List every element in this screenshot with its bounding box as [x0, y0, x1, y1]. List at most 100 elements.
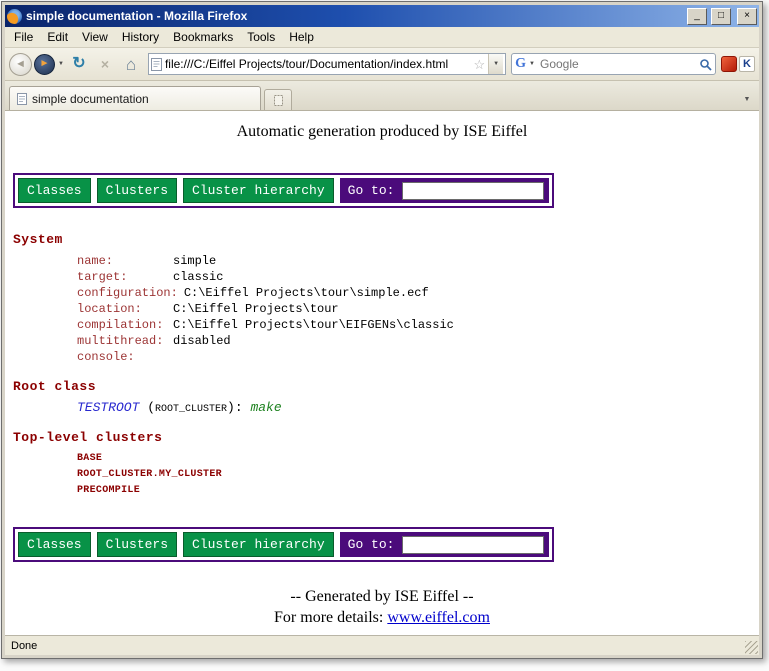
tab-label: simple documentation: [32, 92, 149, 106]
system-row: configuration:C:\Eiffel Projects\tour\si…: [77, 285, 759, 301]
goto-input[interactable]: [402, 182, 544, 200]
clusters-list: BASE ROOT_CLUSTER.MY_CLUSTER PRECOMPILE: [77, 451, 759, 499]
system-row-value: C:\Eiffel Projects\tour\simple.ecf: [184, 286, 429, 300]
cluster-item-root-cluster-my-cluster[interactable]: ROOT_CLUSTER.MY_CLUSTER: [77, 467, 759, 483]
maximize-button[interactable]: □: [711, 8, 731, 25]
list-all-tabs-button[interactable]: ▼: [739, 88, 755, 110]
menu-bar: File Edit View History Bookmarks Tools H…: [5, 27, 759, 48]
system-row-value: C:\Eiffel Projects\tour\EIFGENs\classic: [173, 318, 454, 332]
menu-tools[interactable]: Tools: [240, 28, 282, 46]
close-button[interactable]: ×: [737, 8, 757, 25]
root-cluster-name: ROOT_CLUSTER: [155, 404, 227, 415]
system-row-label: configuration:: [77, 285, 184, 301]
system-row-value: C:\Eiffel Projects\tour: [173, 302, 339, 316]
system-row: console:: [77, 349, 759, 365]
system-rows: name:simple target:classic configuration…: [77, 253, 759, 365]
system-row-label: compilation:: [77, 317, 173, 333]
goto-label: Go to:: [348, 537, 395, 552]
menu-bookmarks[interactable]: Bookmarks: [166, 28, 240, 46]
system-row-value: simple: [173, 254, 216, 268]
url-dropdown-button[interactable]: ▼: [488, 54, 503, 74]
generated-by-line: -- Generated by ISE Eiffel --: [5, 588, 759, 606]
goto-input[interactable]: [402, 536, 544, 554]
google-logo-icon[interactable]: G: [515, 57, 526, 71]
page-header: Automatic generation produced by ISE Eif…: [5, 123, 759, 141]
stop-button[interactable]: ×: [93, 53, 117, 76]
top-level-clusters-heading: Top-level clusters: [13, 430, 759, 445]
menu-view[interactable]: View: [75, 28, 115, 46]
history-dropdown-icon[interactable]: ▼: [58, 61, 64, 67]
menu-help[interactable]: Help: [282, 28, 321, 46]
system-row-label: name:: [77, 253, 173, 269]
bookmark-star-icon[interactable]: ☆: [474, 58, 486, 71]
cluster-item-precompile[interactable]: PRECOMPILE: [77, 483, 759, 499]
cluster-hierarchy-button[interactable]: Cluster hierarchy: [183, 178, 334, 203]
system-row: target:classic: [77, 269, 759, 285]
classes-button[interactable]: Classes: [18, 178, 91, 203]
resize-grip[interactable]: [745, 641, 758, 654]
tab-bar: simple documentation ▼: [5, 81, 759, 111]
forward-button[interactable]: ►: [34, 54, 55, 75]
extension-icon-k[interactable]: K: [739, 56, 755, 72]
system-row-label: location:: [77, 301, 173, 317]
system-row: compilation:C:\Eiffel Projects\tour\EIFG…: [77, 317, 759, 333]
system-row-label: multithread:: [77, 333, 173, 349]
search-box: G ▼: [511, 53, 716, 75]
menu-history[interactable]: History: [115, 28, 166, 46]
root-class-heading: Root class: [13, 379, 759, 394]
system-row: multithread:disabled: [77, 333, 759, 349]
system-row-label: console:: [77, 349, 173, 365]
paren-close: ):: [227, 400, 250, 415]
details-prefix: For more details:: [274, 609, 387, 626]
clusters-button[interactable]: Clusters: [97, 532, 177, 557]
details-line: For more details: www.eiffel.com: [5, 609, 759, 627]
status-text: Done: [11, 640, 37, 652]
system-row: location:C:\Eiffel Projects\tour: [77, 301, 759, 317]
goto-section: Go to:: [340, 178, 550, 203]
tab-simple-documentation[interactable]: simple documentation: [9, 86, 261, 110]
browser-window: simple documentation - Mozilla Firefox _…: [1, 1, 763, 659]
url-input[interactable]: [165, 55, 471, 73]
page-favicon[interactable]: [151, 58, 162, 71]
creator-link[interactable]: make: [250, 400, 281, 415]
doc-navbar-bottom: ClassesClustersCluster hierarchy Go to:: [13, 527, 759, 562]
page-content: Automatic generation produced by ISE Eif…: [5, 111, 759, 635]
minimize-button[interactable]: _: [687, 8, 707, 25]
back-button[interactable]: ◄: [9, 53, 32, 76]
search-magnifier-icon[interactable]: [699, 58, 712, 71]
title-bar[interactable]: simple documentation - Mozilla Firefox _…: [5, 5, 759, 27]
firefox-icon: [7, 9, 22, 24]
system-row-value: classic: [173, 270, 223, 284]
url-bar: ☆ ▼: [148, 53, 506, 75]
clusters-button[interactable]: Clusters: [97, 178, 177, 203]
root-class-line: TESTROOT (ROOT_CLUSTER): make: [77, 400, 759, 418]
search-input[interactable]: [538, 56, 697, 72]
doc-navbar: ClassesClustersCluster hierarchy Go to:: [13, 173, 554, 208]
search-engine-dropdown-icon[interactable]: ▼: [529, 61, 535, 67]
system-row-value: disabled: [173, 334, 231, 348]
reload-button[interactable]: ↻: [67, 53, 91, 76]
extension-icon-red[interactable]: [721, 56, 737, 72]
menu-edit[interactable]: Edit: [40, 28, 75, 46]
system-row: name:simple: [77, 253, 759, 269]
eiffel-com-link[interactable]: www.eiffel.com: [387, 609, 490, 626]
tab-page-icon: [17, 93, 27, 105]
goto-section: Go to:: [340, 532, 550, 557]
system-heading: System: [13, 232, 759, 247]
cluster-item-base[interactable]: BASE: [77, 451, 759, 467]
classes-button[interactable]: Classes: [18, 532, 91, 557]
page-footer: -- Generated by ISE Eiffel -- For more d…: [5, 588, 759, 627]
menu-file[interactable]: File: [7, 28, 40, 46]
home-button[interactable]: ⌂: [119, 53, 143, 76]
doc-navbar: ClassesClustersCluster hierarchy Go to:: [13, 527, 554, 562]
window-title: simple documentation - Mozilla Firefox: [26, 9, 683, 23]
paren-open: (: [139, 400, 155, 415]
doc-navbar-top: ClassesClustersCluster hierarchy Go to:: [13, 173, 759, 208]
system-row-label: target:: [77, 269, 173, 285]
goto-label: Go to:: [348, 183, 395, 198]
navigation-toolbar: ◄ ► ▼ ↻ × ⌂ ☆ ▼ G ▼ K: [5, 48, 759, 81]
status-bar: Done: [5, 635, 759, 655]
root-class-link[interactable]: TESTROOT: [77, 400, 139, 415]
cluster-hierarchy-button[interactable]: Cluster hierarchy: [183, 532, 334, 557]
new-tab-stub[interactable]: [264, 89, 292, 110]
